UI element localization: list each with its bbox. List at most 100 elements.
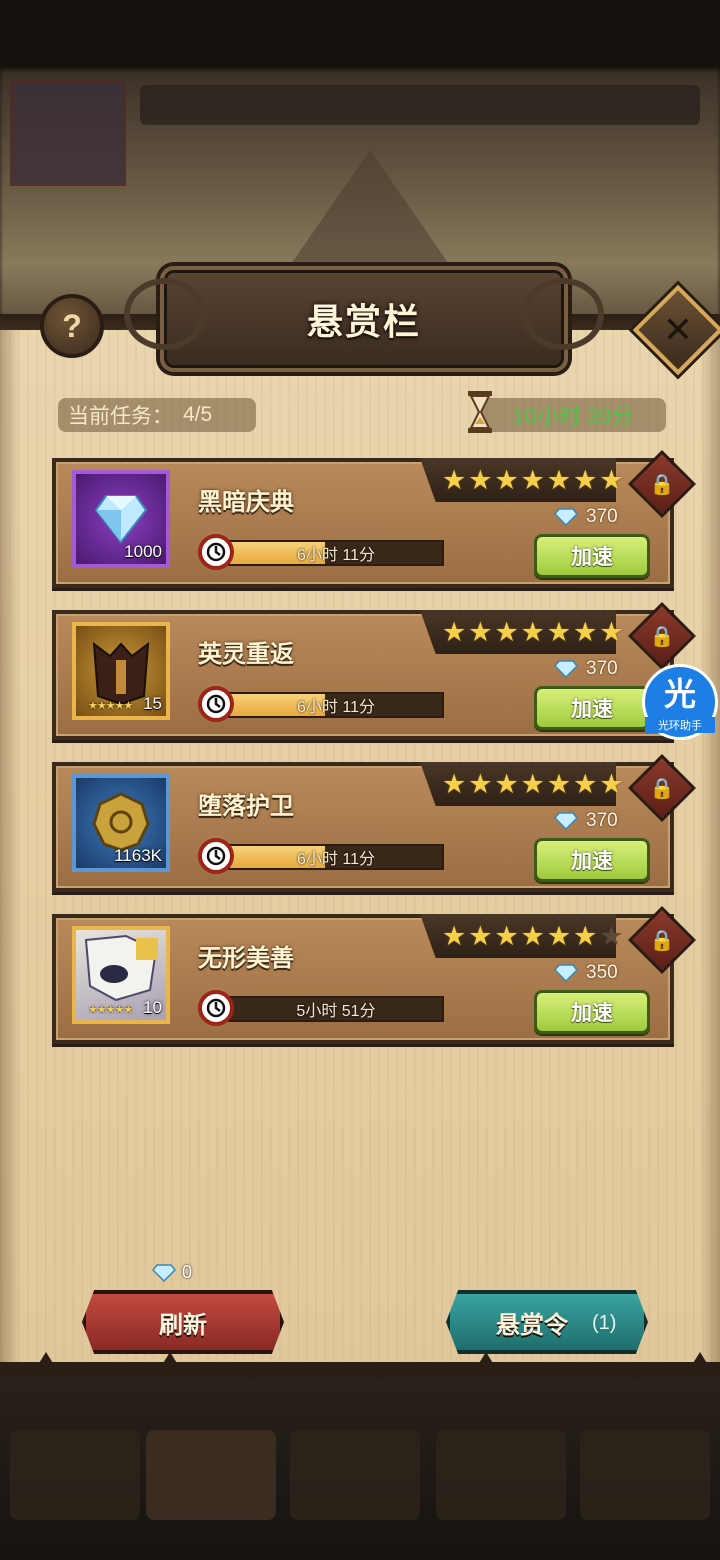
star-icon: ★ bbox=[468, 465, 493, 495]
panel-spike bbox=[36, 1352, 56, 1368]
cost-value: 350 bbox=[586, 962, 618, 983]
star-icon: ★ bbox=[468, 769, 493, 799]
bounty-card: ★ ★ ★ ★ ★ ★ ★ 🔒 1163K 堕落护卫 370 6小时 11分 加速 bbox=[52, 754, 696, 892]
progress-bar: 6小时 11分 bbox=[228, 692, 444, 718]
star-icon: ★ bbox=[494, 769, 519, 799]
current-task-value: 4/5 bbox=[183, 403, 213, 426]
bounty-stars: ★ ★ ★ ★ ★ ★ ★ bbox=[442, 770, 624, 798]
speed-cost: 370 bbox=[554, 506, 618, 528]
current-task-label: 当前任务： bbox=[68, 405, 173, 428]
assistant-logo: 光 bbox=[663, 676, 696, 712]
lock-icon: 🔒 bbox=[649, 625, 675, 648]
reward-stars: ★★★★★ bbox=[88, 700, 133, 712]
diamond-icon bbox=[554, 508, 578, 526]
bounty-order-count: (1) bbox=[592, 1312, 617, 1334]
star-icon: ★ bbox=[546, 769, 572, 799]
empty-star-icon: ★ bbox=[599, 921, 624, 951]
question-icon: ? bbox=[62, 307, 82, 344]
star-icon: ★ bbox=[442, 921, 467, 951]
current-task-indicator: 当前任务： 4/5 bbox=[58, 398, 256, 432]
reward-item[interactable]: ★★★★★ 15 bbox=[72, 622, 170, 720]
star-icon: ★ bbox=[442, 617, 467, 647]
star-icon: ★ bbox=[494, 921, 519, 951]
speed-cost: 370 bbox=[554, 658, 618, 680]
bounty-stars: ★ ★ ★ ★ ★ ★ ★ bbox=[442, 466, 624, 494]
speed-cost: 350 bbox=[554, 962, 618, 984]
cost-value: 370 bbox=[586, 506, 618, 527]
clock-icon bbox=[198, 838, 234, 874]
star-icon: ★ bbox=[573, 465, 598, 495]
star-icon: ★ bbox=[468, 921, 493, 951]
bounty-stars: ★ ★ ★ ★ ★ ★ ★ bbox=[442, 618, 624, 646]
reward-count: 10 bbox=[143, 998, 162, 1017]
diamond-icon bbox=[554, 660, 578, 678]
star-icon: ★ bbox=[520, 769, 545, 799]
speed-up-button[interactable]: 加速 bbox=[534, 686, 650, 730]
bounty-card: ★ ★ ★ ★ ★ ★ ★ 🔒 1000 黑暗庆典 370 6小时 11分 加速 bbox=[52, 450, 696, 588]
speed-up-button[interactable]: 加速 bbox=[534, 838, 650, 882]
lock-icon: 🔒 bbox=[649, 473, 675, 496]
title-plate: 悬赏栏 bbox=[124, 266, 604, 372]
cost-value: 370 bbox=[586, 658, 618, 679]
assistant-label: 光环助手 bbox=[645, 717, 715, 733]
refresh-cost: 0 bbox=[152, 1262, 192, 1283]
cost-value: 370 bbox=[586, 810, 618, 831]
bounty-card: ★ ★ ★ ★ ★ ★ ★ 🔒 ★★★★★ 10 无形美善 350 5小时 51分 加速 bbox=[52, 906, 696, 1044]
ornament-horn bbox=[124, 278, 206, 350]
top-status-bar bbox=[0, 0, 720, 80]
progress-bar: 6小时 11分 bbox=[228, 540, 444, 566]
star-icon: ★ bbox=[520, 921, 545, 951]
star-icon: ★ bbox=[546, 465, 572, 495]
lock-icon: 🔒 bbox=[649, 777, 675, 800]
bounty-name: 英灵重返 bbox=[198, 641, 294, 668]
reward-count: 15 bbox=[143, 694, 162, 713]
clock-icon bbox=[198, 686, 234, 722]
bounty-order-label: 悬赏令 bbox=[496, 1311, 568, 1339]
star-icon: ★ bbox=[546, 617, 572, 647]
speed-cost: 370 bbox=[554, 810, 618, 832]
star-icon: ★ bbox=[599, 769, 624, 799]
reward-item[interactable]: 1000 bbox=[72, 470, 170, 568]
bounty-order-button[interactable]: 悬赏令 bbox=[446, 1290, 648, 1354]
reward-count: 1163K bbox=[114, 846, 162, 865]
diamond-icon bbox=[554, 964, 578, 982]
star-icon: ★ bbox=[494, 465, 519, 495]
star-icon: ★ bbox=[520, 465, 545, 495]
star-icon: ★ bbox=[442, 465, 467, 495]
reward-item[interactable]: 1163K bbox=[72, 774, 170, 872]
refresh-time-text: 10小时 39分 bbox=[512, 404, 634, 429]
player-avatar-blurred bbox=[10, 80, 126, 186]
star-icon: ★ bbox=[573, 769, 598, 799]
bounty-stars: ★ ★ ★ ★ ★ ★ ★ bbox=[442, 922, 624, 950]
help-button[interactable]: ? bbox=[40, 294, 104, 358]
page-title: 悬赏栏 bbox=[306, 301, 421, 342]
clock-icon bbox=[198, 534, 234, 570]
speed-up-button[interactable]: 加速 bbox=[534, 990, 650, 1034]
timer-text: 6小时 11分 bbox=[297, 547, 375, 564]
bottom-nav-tab bbox=[436, 1430, 566, 1520]
panel-spike bbox=[476, 1352, 496, 1368]
bounty-card: ★ ★ ★ ★ ★ ★ ★ 🔒 ★★★★★ 15 英灵重返 370 6小时 11分 加速 bbox=[52, 602, 696, 740]
star-icon: ★ bbox=[573, 617, 598, 647]
bottom-nav-tab bbox=[580, 1430, 710, 1520]
timer-text: 5小时 51分 bbox=[296, 1003, 376, 1020]
refresh-button[interactable]: 刷新 bbox=[82, 1290, 284, 1354]
star-icon: ★ bbox=[520, 617, 545, 647]
refresh-cost-value: 0 bbox=[182, 1262, 193, 1282]
star-icon: ★ bbox=[494, 617, 519, 647]
reward-item[interactable]: ★★★★★ 10 bbox=[72, 926, 170, 1024]
bounty-name: 堕落护卫 bbox=[198, 793, 294, 820]
tent-shape bbox=[280, 150, 460, 280]
assistant-float-button[interactable]: 光 光环助手 bbox=[642, 664, 718, 740]
star-icon: ★ bbox=[468, 617, 493, 647]
star-icon: ★ bbox=[599, 617, 624, 647]
panel-bottom-edge bbox=[0, 1362, 720, 1380]
reward-stars: ★★★★★ bbox=[88, 1004, 133, 1016]
panel-spike bbox=[160, 1352, 180, 1368]
speed-up-button[interactable]: 加速 bbox=[534, 534, 650, 578]
lock-icon: 🔒 bbox=[649, 929, 675, 952]
bottom-nav-tab bbox=[10, 1430, 140, 1520]
progress-bar: 5小时 51分 bbox=[228, 996, 444, 1022]
star-icon: ★ bbox=[442, 769, 467, 799]
star-icon: ★ bbox=[573, 921, 598, 951]
